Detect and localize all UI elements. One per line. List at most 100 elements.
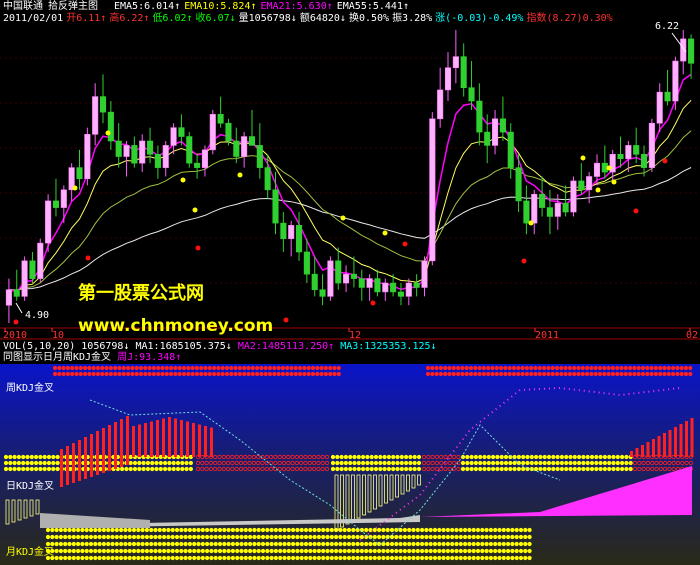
month-kdj-dot: [243, 541, 248, 547]
month-kdj-dot: [351, 534, 356, 540]
month-kdj-dot: [518, 527, 524, 533]
month-kdj-dot: [325, 527, 330, 533]
month-kdj-dot: [445, 548, 450, 554]
day-kdj-dot: [399, 460, 404, 466]
week-kdj-label: 周KDJ金叉: [6, 383, 55, 394]
week-kdj-dot: [138, 371, 144, 377]
week-kdj-dot: [679, 365, 684, 371]
month-kdj-dot: [50, 527, 55, 533]
candle-body: [570, 180, 577, 213]
month-kdj-dot: [123, 534, 128, 540]
month-kdj-dot: [243, 534, 248, 540]
sell-signal-dot: [370, 300, 376, 306]
quote-volume: 量1056798↓: [238, 13, 297, 24]
day-kdj-dot: [460, 460, 466, 466]
sell-signal-dot: [402, 241, 408, 247]
week-kdj-dot: [615, 371, 620, 377]
month-kdj-dot: [333, 548, 339, 554]
month-kdj-dot: [58, 534, 64, 540]
month-kdj-dot: [174, 555, 180, 561]
week-kdj-dot: [87, 365, 92, 371]
month-kdj-dot: [252, 534, 257, 540]
candle-body: [201, 149, 208, 168]
histogram-bar-red: [204, 426, 207, 457]
week-kdj-dot: [649, 371, 654, 377]
candle-body: [672, 60, 679, 102]
week-kdj-dot: [425, 371, 431, 377]
histogram-bar-red: [132, 426, 135, 457]
week-kdj-dot: [100, 371, 105, 377]
week-kdj-dot: [675, 371, 680, 377]
day-kdj-dot: [403, 466, 409, 472]
month-kdj-dot: [355, 541, 360, 547]
month-kdj-dot: [230, 555, 235, 561]
month-kdj-dot: [174, 541, 180, 547]
day-kdj-dot: [602, 454, 608, 460]
month-kdj-dot: [338, 548, 343, 554]
day-kdj-dot: [585, 466, 590, 472]
candle-body: [437, 89, 444, 120]
month-kdj-dot: [166, 534, 171, 540]
day-kdj-dot: [559, 460, 565, 466]
ema-label: EMA5:6.014↑: [114, 1, 181, 12]
month-kdj-dot: [329, 527, 334, 533]
week-kdj-dot: [606, 365, 611, 371]
candle-body: [241, 136, 248, 157]
candle-body: [492, 118, 499, 146]
week-kdj-dot: [297, 371, 303, 377]
week-kdj-dot: [181, 371, 187, 377]
candle-body: [578, 180, 585, 191]
month-kdj-dot: [209, 541, 214, 547]
week-kdj-dot: [610, 365, 616, 371]
month-kdj-dot: [312, 548, 317, 554]
week-kdj-dot: [186, 371, 191, 377]
day-kdj-dot: [391, 454, 396, 460]
month-kdj-dot: [450, 541, 455, 547]
month-kdj-dot: [183, 534, 188, 540]
day-kdj-dot: [175, 466, 181, 472]
month-kdj-dot: [398, 534, 403, 540]
day-kdj-dot: [529, 454, 534, 460]
candle-body: [374, 278, 381, 293]
month-kdj-dot: [101, 555, 107, 561]
month-kdj-dot: [523, 534, 528, 540]
month-kdj-dot: [523, 555, 528, 561]
month-kdj-dot: [84, 548, 89, 554]
month-kdj-dot: [501, 541, 506, 547]
day-kdj-dot: [465, 466, 470, 472]
day-kdj-dot: [188, 460, 193, 466]
day-kdj-dot: [572, 454, 577, 460]
candle-body: [233, 140, 240, 157]
month-kdj-dot: [88, 541, 94, 547]
month-kdj-dot: [256, 541, 261, 547]
week-kdj-dot: [597, 371, 603, 377]
week-kdj-dot: [289, 371, 294, 377]
day-kdj-dot: [568, 460, 573, 466]
month-kdj-dot: [394, 534, 399, 540]
week-kdj-dot: [490, 371, 495, 377]
week-kdj-dot: [683, 365, 689, 371]
day-kdj-dot: [538, 466, 543, 472]
day-kdj-dot: [391, 460, 396, 466]
buy-signal-dot: [611, 179, 617, 185]
month-kdj-dot: [505, 541, 511, 547]
month-kdj-dot: [488, 555, 493, 561]
month-kdj-dot: [286, 541, 291, 547]
month-kdj-dot: [106, 555, 111, 561]
sell-signal-dot: [195, 245, 201, 251]
week-kdj-dot: [156, 371, 161, 377]
day-kdj-dot: [395, 466, 400, 472]
month-kdj-dot: [462, 527, 468, 533]
month-kdj-dot: [170, 534, 175, 540]
day-kdj-dot: [132, 466, 138, 472]
month-kdj-dot: [411, 541, 416, 547]
day-kdj-dot: [150, 466, 155, 472]
candle-body: [264, 167, 271, 191]
month-kdj-dot: [428, 548, 433, 554]
week-kdj-dot: [224, 365, 230, 371]
month-kdj-dot: [110, 534, 115, 540]
candle-body: [5, 289, 12, 306]
month-kdj-dot: [80, 527, 85, 533]
month-kdj-dot: [54, 534, 59, 540]
month-kdj-dot: [342, 534, 347, 540]
